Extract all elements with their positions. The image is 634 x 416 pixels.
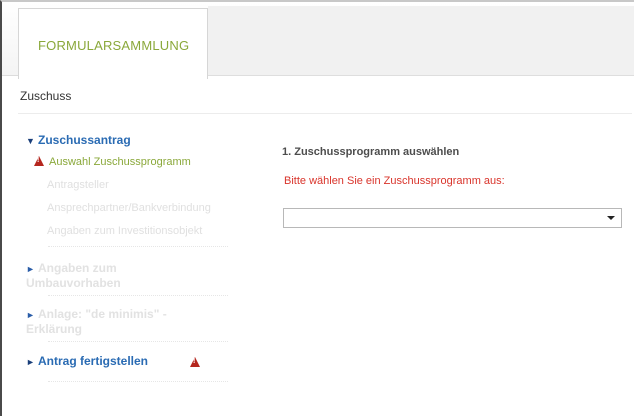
sidebar-section-antrag-fertigstellen[interactable]: ► Antrag fertigstellen [26, 354, 148, 368]
sidebar-item-ansprechpartner[interactable]: Ansprechpartner/Bankverbindung [47, 202, 211, 214]
sidebar-section-label: Angaben zum Umbauvorhaben [26, 261, 121, 290]
title-divider [18, 113, 632, 114]
sidebar-section-zuschussantrag[interactable]: ▼ Zuschussantrag [26, 133, 131, 147]
triangle-down-icon: ▼ [26, 136, 35, 146]
sidebar-divider [48, 381, 228, 382]
sidebar-section-label: Zuschussantrag [38, 133, 131, 147]
sidebar-item-label: Angaben zum Investitionsobjekt [47, 225, 203, 237]
sidebar-section-de-minimis[interactable]: ► Anlage: "de minimis" - Erklärung [26, 307, 216, 336]
tab-label: FORMULARSAMMLUNG [38, 38, 190, 53]
sidebar-item-label: Auswahl Zuschussprogramm [49, 156, 191, 168]
step-title: 1. Zuschussprogramm auswählen [282, 146, 460, 158]
sidebar-item-label: Ansprechpartner/Bankverbindung [47, 202, 211, 214]
sidebar-divider [48, 295, 228, 296]
sidebar-divider [48, 341, 228, 342]
sidebar-item-label: Antragsteller [47, 179, 109, 191]
sidebar-item-antragsteller[interactable]: Antragsteller [47, 179, 109, 191]
triangle-right-icon: ► [26, 264, 35, 274]
chevron-down-icon [607, 216, 615, 220]
sidebar-divider [48, 246, 228, 247]
sidebar-section-umbauvorhaben[interactable]: ► Angaben zum Umbauvorhaben [26, 261, 196, 290]
zuschussprogramm-select[interactable] [283, 208, 622, 228]
warning-icon [190, 357, 200, 367]
triangle-right-icon: ► [26, 310, 35, 320]
sidebar-item-investitionsobjekt[interactable]: Angaben zum Investitionsobjekt [47, 225, 202, 237]
sidebar-item-auswahl-zuschussprogramm[interactable]: Auswahl Zuschussprogramm [34, 156, 191, 168]
sidebar-section-label: Anlage: "de minimis" - Erklärung [26, 307, 167, 336]
sidebar-section-label: Antrag fertigstellen [38, 354, 149, 368]
page-title: Zuschuss [20, 89, 72, 103]
validation-hint: Bitte wählen Sie ein Zuschussprogramm au… [284, 175, 505, 187]
tab-formularsammlung[interactable]: FORMULARSAMMLUNG [18, 8, 208, 79]
header-bar: FORMULARSAMMLUNG [2, 2, 634, 79]
warning-icon [34, 156, 44, 166]
header-empty-area [208, 6, 634, 76]
triangle-right-icon: ► [26, 357, 35, 367]
sidebar-navigation: ▼Zuschussantrag Auswahl Zuschussprogramm… [14, 128, 234, 398]
